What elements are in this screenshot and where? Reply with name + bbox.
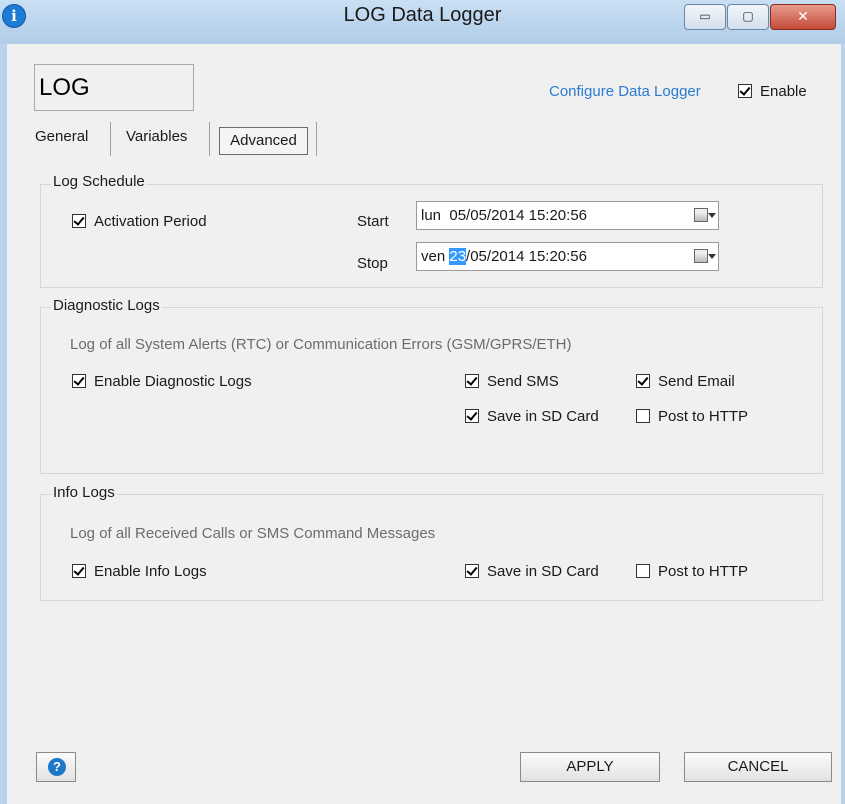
calendar-icon[interactable] bbox=[694, 249, 708, 263]
checkbox-box[interactable] bbox=[636, 564, 650, 578]
checkbox-box[interactable] bbox=[465, 409, 479, 423]
checkbox-box[interactable] bbox=[636, 374, 650, 388]
send-sms-checkbox[interactable]: Send SMS bbox=[465, 373, 559, 390]
stop-date-picker[interactable]: ven 23/05/2014 15:20:56 bbox=[416, 242, 719, 271]
start-label: Start bbox=[357, 213, 389, 230]
checkbox-label: Post to HTTP bbox=[658, 408, 749, 425]
enable-label: Enable bbox=[760, 83, 807, 100]
checkbox-label: Save in SD Card bbox=[487, 408, 599, 425]
close-button[interactable]: ✕ bbox=[770, 4, 836, 30]
activation-period-label: Activation Period bbox=[94, 213, 207, 230]
info-logs-group bbox=[40, 494, 823, 601]
tab-general[interactable]: General bbox=[35, 128, 88, 145]
checkbox-box[interactable] bbox=[72, 564, 86, 578]
checkbox-box[interactable] bbox=[636, 409, 650, 423]
dropdown-arrow-icon[interactable] bbox=[708, 254, 716, 259]
start-day: lun bbox=[421, 207, 442, 224]
checkbox-label: Send SMS bbox=[487, 373, 559, 390]
window-frame-left bbox=[0, 44, 7, 804]
send-email-checkbox[interactable]: Send Email bbox=[636, 373, 735, 390]
stop-datetime: /05/2014 15:20:56 bbox=[466, 248, 587, 265]
checkbox-label: Enable Diagnostic Logs bbox=[94, 373, 252, 390]
help-icon: ? bbox=[48, 758, 66, 776]
tab-variables[interactable]: Variables bbox=[126, 128, 187, 145]
info-logs-description: Log of all Received Calls or SMS Command… bbox=[70, 525, 436, 542]
tab-separator bbox=[209, 122, 210, 156]
post-to-http-checkbox[interactable]: Post to HTTP bbox=[636, 408, 748, 425]
cancel-button[interactable]: CANCEL bbox=[684, 752, 832, 782]
info-logs-title: Info Logs bbox=[51, 484, 117, 501]
enable-checkbox-box[interactable] bbox=[738, 84, 752, 98]
help-button[interactable]: ? bbox=[36, 752, 76, 782]
checkbox-label: Send Email bbox=[658, 373, 735, 390]
enable-info-logs-checkbox[interactable]: Enable Info Logs bbox=[72, 563, 207, 580]
maximize-button[interactable]: ▢ bbox=[727, 4, 769, 30]
activation-period-box[interactable] bbox=[72, 214, 86, 228]
start-datetime: 05/05/2014 15:20:56 bbox=[449, 207, 588, 224]
start-date-picker[interactable]: lun 05/05/2014 15:20:56 bbox=[416, 201, 719, 230]
dropdown-arrow-icon[interactable] bbox=[708, 213, 716, 218]
calendar-icon[interactable] bbox=[694, 208, 708, 222]
activation-period-checkbox[interactable]: Activation Period bbox=[72, 213, 207, 230]
save-sd-card-checkbox[interactable]: Save in SD Card bbox=[465, 408, 599, 425]
configure-data-logger-link[interactable]: Configure Data Logger bbox=[549, 83, 701, 100]
enable-diagnostic-logs-checkbox[interactable]: Enable Diagnostic Logs bbox=[72, 373, 252, 390]
diagnostic-logs-title: Diagnostic Logs bbox=[51, 297, 162, 314]
window-frame-right bbox=[841, 44, 845, 804]
apply-button[interactable]: APPLY bbox=[520, 752, 660, 782]
title-bar[interactable]: i LOG Data Logger ▭ ▢ ✕ bbox=[0, 0, 845, 45]
diagnostic-logs-group bbox=[40, 307, 823, 474]
enable-checkbox[interactable]: Enable bbox=[738, 83, 807, 100]
tab-separator bbox=[110, 122, 111, 156]
checkbox-box[interactable] bbox=[465, 374, 479, 388]
checkbox-label: Post to HTTP bbox=[658, 563, 749, 580]
info-post-to-http-checkbox[interactable]: Post to HTTP bbox=[636, 563, 748, 580]
checkbox-label: Save in SD Card bbox=[487, 563, 599, 580]
diagnostic-logs-description: Log of all System Alerts (RTC) or Commun… bbox=[70, 336, 572, 353]
stop-day: ven bbox=[421, 248, 446, 265]
stop-label: Stop bbox=[357, 255, 388, 272]
log-schedule-title: Log Schedule bbox=[51, 173, 147, 190]
logger-name-field[interactable]: LOG bbox=[34, 64, 194, 111]
info-save-sd-card-checkbox[interactable]: Save in SD Card bbox=[465, 563, 599, 580]
log-schedule-group bbox=[40, 184, 823, 288]
tab-advanced[interactable]: Advanced bbox=[219, 127, 308, 155]
checkbox-box[interactable] bbox=[72, 374, 86, 388]
minimize-button[interactable]: ▭ bbox=[684, 4, 726, 30]
checkbox-label: Enable Info Logs bbox=[94, 563, 207, 580]
tab-separator bbox=[316, 122, 317, 156]
stop-day-selection: 23 bbox=[449, 248, 467, 265]
checkbox-box[interactable] bbox=[465, 564, 479, 578]
data-logger-window: i LOG Data Logger ▭ ▢ ✕ LOG Configure Da… bbox=[0, 0, 845, 804]
